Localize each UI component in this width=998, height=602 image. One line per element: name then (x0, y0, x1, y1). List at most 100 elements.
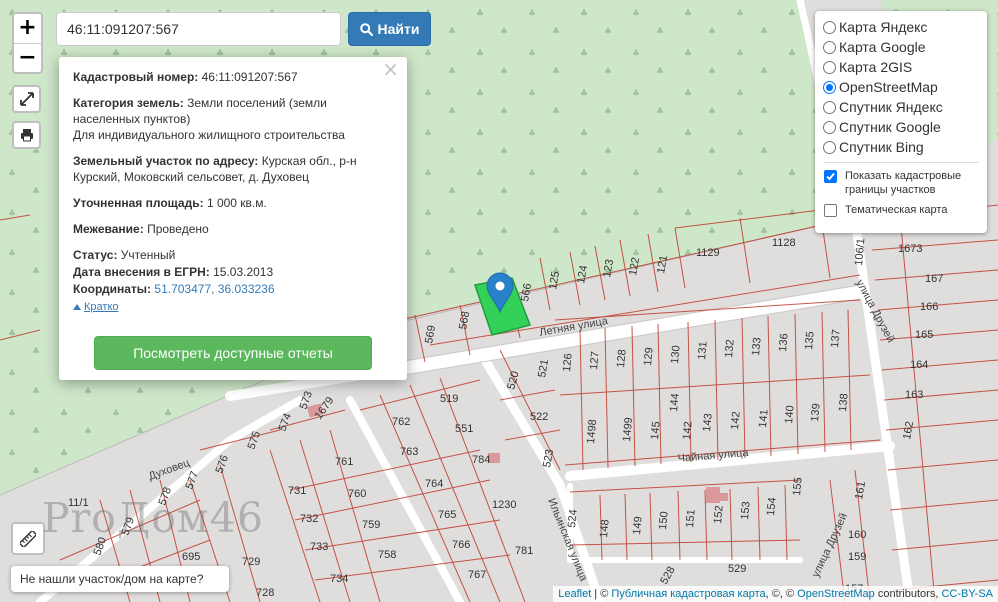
base-layer-label: Карта 2GIS (839, 59, 913, 75)
osm-link[interactable]: OpenStreetMap (797, 588, 875, 600)
search-button-label: Найти (377, 21, 420, 37)
svg-text:732: 732 (300, 513, 318, 525)
base-layer-list: Карта Яндекс Карта Google Карта 2GIS OpenSt… (823, 17, 979, 157)
svg-text:142: 142 (681, 421, 695, 440)
category-label: Категория земель: (73, 96, 184, 110)
base-layer-option[interactable]: Спутник Bing (823, 137, 979, 157)
overlay-option[interactable]: Тематическая карта (823, 203, 979, 217)
layer-switcher: Карта Яндекс Карта Google Карта 2GIS OpenSt… (815, 11, 987, 233)
view-reports-button[interactable]: Посмотреть доступные отчеты (94, 336, 372, 370)
radio-button[interactable] (823, 120, 836, 134)
svg-text:143: 143 (701, 413, 715, 432)
area-row: Уточненная площадь: 1 000 кв.м. (73, 195, 393, 211)
svg-text:731: 731 (288, 485, 306, 497)
base-layer-label: Спутник Google (839, 119, 941, 135)
svg-text:164: 164 (910, 359, 928, 371)
checkbox[interactable] (824, 204, 837, 217)
svg-text:148: 148 (598, 519, 612, 538)
svg-text:149: 149 (631, 516, 645, 535)
svg-text:141: 141 (757, 409, 771, 428)
svg-text:130: 130 (669, 345, 683, 364)
radio-button[interactable] (823, 140, 836, 154)
svg-text:551: 551 (455, 423, 473, 435)
base-layer-option[interactable]: Карта Google (823, 37, 979, 57)
status-value: Учтенный (120, 248, 176, 262)
base-layer-option[interactable]: Спутник Google (823, 117, 979, 137)
survey-value: Проведено (147, 222, 209, 236)
address-label: Земельный участок по адресу: (73, 154, 259, 168)
svg-text:163: 163 (905, 389, 923, 401)
collapse-label: Кратко (84, 301, 119, 313)
svg-text:153: 153 (739, 501, 753, 520)
print-button[interactable] (12, 121, 41, 149)
attribution-sep-2: , ©, © (765, 588, 798, 600)
svg-text:136: 136 (777, 333, 791, 352)
zoom-in-button[interactable]: + (14, 14, 41, 43)
svg-text:765: 765 (438, 509, 456, 521)
svg-text:144: 144 (668, 393, 682, 412)
svg-text:137: 137 (829, 329, 843, 348)
base-layer-option[interactable]: Спутник Яндекс (823, 97, 979, 117)
base-layer-option[interactable]: Карта Яндекс (823, 17, 979, 37)
svg-text:151: 151 (684, 509, 698, 528)
svg-text:734: 734 (330, 573, 348, 585)
date-row: Дата внесения в ЕГРН: 15.03.2013 (73, 264, 393, 280)
svg-text:155: 155 (791, 477, 805, 496)
base-layer-option[interactable]: Карта 2GIS (823, 57, 979, 77)
close-icon[interactable]: × (382, 59, 399, 79)
svg-text:733: 733 (310, 541, 328, 553)
land-category-row: Категория земель: Земли поселений (земли… (73, 95, 393, 143)
expand-icon (19, 92, 34, 106)
caret-up-icon (73, 304, 81, 310)
measure-button[interactable] (11, 522, 45, 555)
radio-button[interactable] (823, 80, 836, 94)
status-label: Статус: (73, 248, 118, 262)
overlay-list: Показать кадастровые границы участков Тем… (823, 169, 979, 217)
svg-text:139: 139 (809, 403, 823, 422)
search-input[interactable] (56, 12, 341, 46)
printer-icon (20, 129, 33, 142)
radio-button[interactable] (823, 60, 836, 74)
coords-link[interactable]: 51.703477, 36.033236 (154, 282, 274, 296)
layer-divider (823, 162, 979, 163)
search-button[interactable]: Найти (348, 12, 431, 46)
svg-text:729: 729 (242, 556, 260, 568)
base-layer-label: OpenStreetMap (839, 79, 938, 95)
svg-text:767: 767 (468, 569, 486, 581)
svg-text:1230: 1230 (492, 499, 516, 511)
svg-text:127: 127 (588, 351, 602, 370)
area-value: 1 000 кв.м. (206, 196, 267, 210)
svg-text:759: 759 (362, 519, 380, 531)
svg-text:1498: 1498 (585, 419, 599, 444)
license-link[interactable]: CC-BY-SA (941, 588, 993, 600)
fullscreen-button[interactable] (12, 85, 41, 113)
radio-button[interactable] (823, 20, 836, 34)
base-layer-option[interactable]: OpenStreetMap (823, 77, 979, 97)
pkk-link[interactable]: Публичная кадастровая карта (611, 588, 765, 600)
svg-text:165: 165 (915, 329, 933, 341)
checkbox[interactable] (824, 170, 837, 183)
svg-text:129: 129 (642, 347, 656, 366)
svg-text:131: 131 (696, 341, 710, 360)
svg-text:763: 763 (400, 446, 418, 458)
attribution-sep-1: | © (591, 588, 612, 600)
leaflet-link[interactable]: Leaflet (558, 588, 591, 600)
zoom-out-button[interactable]: − (14, 43, 41, 72)
svg-text:766: 766 (452, 539, 470, 551)
svg-text:762: 762 (392, 416, 410, 428)
svg-text:159: 159 (848, 551, 866, 563)
svg-text:135: 135 (803, 331, 817, 350)
radio-button[interactable] (823, 100, 836, 114)
coords-row: Координаты: 51.703477, 36.033236 (73, 281, 393, 297)
svg-text:142: 142 (729, 411, 743, 430)
date-value: 15.03.2013 (213, 265, 274, 279)
search-icon (359, 22, 373, 36)
radio-button[interactable] (823, 40, 836, 54)
not-found-button[interactable]: Не нашли участок/дом на карте? (11, 566, 229, 592)
collapse-link[interactable]: Кратко (73, 299, 119, 315)
svg-text:764: 764 (425, 478, 443, 490)
category-use: Для индивидуального жилищного строительс… (73, 128, 345, 142)
overlay-option[interactable]: Показать кадастровые границы участков (823, 169, 979, 197)
svg-text:160: 160 (848, 529, 866, 541)
svg-text:761: 761 (335, 456, 353, 468)
